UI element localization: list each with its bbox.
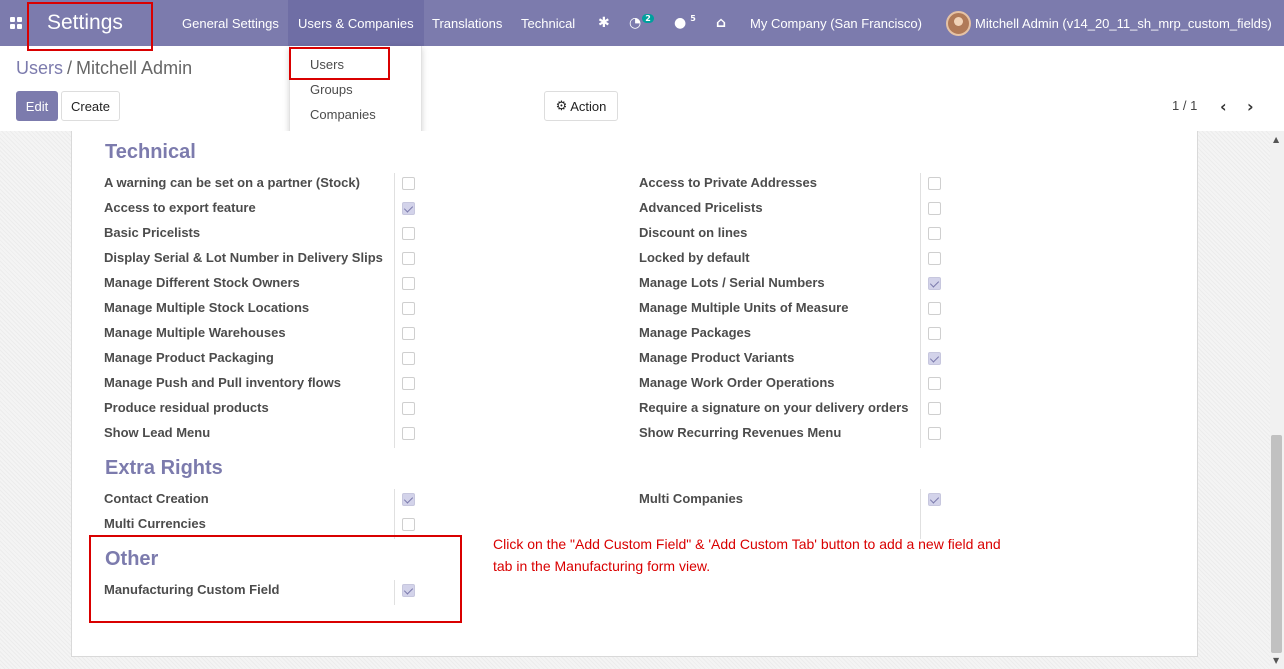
field-label: Basic Pricelists [104, 225, 201, 240]
field-label: Manage Lots / Serial Numbers [639, 275, 825, 290]
field-label: Produce residual products [104, 400, 269, 415]
field-label: Display Serial & Lot Number in Delivery … [104, 250, 383, 265]
field-label: Manage Product Packaging [104, 350, 274, 365]
users-companies-dropdown: Users Groups Companies [289, 46, 422, 134]
field-label: Discount on lines [639, 225, 748, 240]
field-label: Manufacturing Custom Field [104, 582, 280, 597]
app-brand[interactable]: Settings [47, 0, 123, 46]
field-checkbox[interactable] [402, 493, 415, 506]
bug-icon[interactable]: ✱ [598, 0, 610, 46]
field-checkbox[interactable] [402, 252, 415, 265]
dropdown-item-companies[interactable]: Companies [310, 107, 376, 122]
column-divider [394, 580, 395, 605]
field-label: Multi Currencies [104, 516, 206, 531]
scroll-down-icon[interactable]: ▼ [1273, 656, 1279, 665]
field-label: Manage Push and Pull inventory flows [104, 375, 341, 390]
avatar [946, 10, 971, 36]
field-checkbox[interactable] [402, 352, 415, 365]
field-label: Access to Private Addresses [639, 175, 818, 190]
field-checkbox[interactable] [402, 427, 415, 440]
field-label: Manage Work Order Operations [639, 375, 835, 390]
field-checkbox[interactable] [928, 252, 941, 265]
field-checkbox[interactable] [402, 177, 415, 190]
column-divider [394, 489, 395, 539]
field-label: Require a signature on your delivery ord… [639, 400, 909, 415]
field-checkbox[interactable] [928, 377, 941, 390]
field-label: Manage Different Stock Owners [104, 275, 300, 290]
column-divider [920, 173, 921, 448]
field-checkbox[interactable] [402, 302, 415, 315]
field-checkbox[interactable] [928, 177, 941, 190]
section-title-extra-rights: Extra Rights [105, 457, 223, 479]
field-checkbox[interactable] [402, 402, 415, 415]
user-menu[interactable]: Mitchell Admin (v14_20_11_sh_mrp_custom_… [946, 0, 1272, 46]
field-label: Manage Multiple Units of Measure [639, 300, 849, 315]
gear-icon: ⚙ [555, 98, 568, 113]
field-checkbox[interactable] [928, 327, 941, 340]
edit-button[interactable]: Edit [16, 91, 58, 121]
breadcrumb-separator: / [67, 58, 73, 78]
action-button[interactable]: ⚙ Action [544, 91, 618, 121]
field-label: Advanced Pricelists [639, 200, 763, 215]
messages-icon[interactable]: ● 5 [674, 0, 699, 46]
field-label: Show Recurring Revenues Menu [639, 425, 842, 440]
field-checkbox[interactable] [928, 277, 941, 290]
field-label: Manage Product Variants [639, 350, 795, 365]
field-label: Show Lead Menu [104, 425, 211, 440]
field-checkbox[interactable] [928, 493, 941, 506]
field-checkbox[interactable] [928, 227, 941, 240]
field-checkbox[interactable] [402, 277, 415, 290]
field-checkbox[interactable] [928, 302, 941, 315]
gift-icon[interactable]: ⌂ [716, 0, 726, 46]
tutorial-annotation: Click on the "Add Custom Field" & 'Add C… [493, 536, 1001, 574]
activity-clock-icon[interactable]: ◔ 2 [629, 0, 654, 46]
field-label: Contact Creation [104, 491, 209, 506]
breadcrumb: Users / Mitchell Admin [16, 58, 192, 79]
field-label: Multi Companies [639, 491, 744, 506]
field-label: Manage Packages [639, 325, 752, 340]
section-title-other: Other [105, 548, 159, 570]
apps-menu-icon[interactable] [10, 0, 24, 46]
section-title-technical: Technical [105, 141, 196, 163]
column-divider [394, 173, 395, 448]
field-label: A warning can be set on a partner (Stock… [104, 175, 360, 190]
messages-count-badge: 5 [690, 13, 696, 23]
scroll-up-icon[interactable]: ▲ [1273, 135, 1279, 144]
menu-general-settings[interactable]: General Settings [182, 0, 279, 46]
menu-users-companies[interactable]: Users & Companies [288, 0, 424, 46]
field-checkbox[interactable] [928, 202, 941, 215]
field-checkbox[interactable] [928, 352, 941, 365]
menu-technical[interactable]: Technical [521, 0, 575, 46]
field-label: Access to export feature [104, 200, 256, 215]
field-checkbox[interactable] [928, 427, 941, 440]
dropdown-item-users[interactable]: Users [310, 57, 344, 72]
pager-value[interactable]: 1 / 1 [1172, 98, 1197, 113]
action-label: Action [570, 98, 607, 114]
field-checkbox[interactable] [402, 227, 415, 240]
field-label: Locked by default [639, 250, 750, 265]
field-label: Manage Multiple Stock Locations [104, 300, 310, 315]
field-label: Manage Multiple Warehouses [104, 325, 286, 340]
scrollbar-thumb[interactable] [1271, 435, 1282, 653]
pager-next-icon[interactable]: › [1247, 97, 1254, 116]
user-name: Mitchell Admin (v14_20_11_sh_mrp_custom_… [975, 15, 1272, 31]
field-checkbox[interactable] [402, 584, 415, 597]
breadcrumb-users-link[interactable]: Users [16, 58, 63, 78]
create-button[interactable]: Create [61, 91, 120, 121]
field-checkbox[interactable] [402, 327, 415, 340]
field-checkbox[interactable] [402, 518, 415, 531]
column-divider [920, 489, 921, 539]
pager-previous-icon[interactable]: ‹ [1220, 97, 1227, 116]
breadcrumb-current: Mitchell Admin [76, 58, 193, 78]
field-checkbox[interactable] [402, 377, 415, 390]
menu-translations[interactable]: Translations [432, 0, 502, 46]
company-switcher[interactable]: My Company (San Francisco) [750, 0, 922, 46]
field-checkbox[interactable] [402, 202, 415, 215]
activity-count-badge: 2 [642, 13, 654, 23]
dropdown-item-groups[interactable]: Groups [310, 82, 353, 97]
field-checkbox[interactable] [928, 402, 941, 415]
